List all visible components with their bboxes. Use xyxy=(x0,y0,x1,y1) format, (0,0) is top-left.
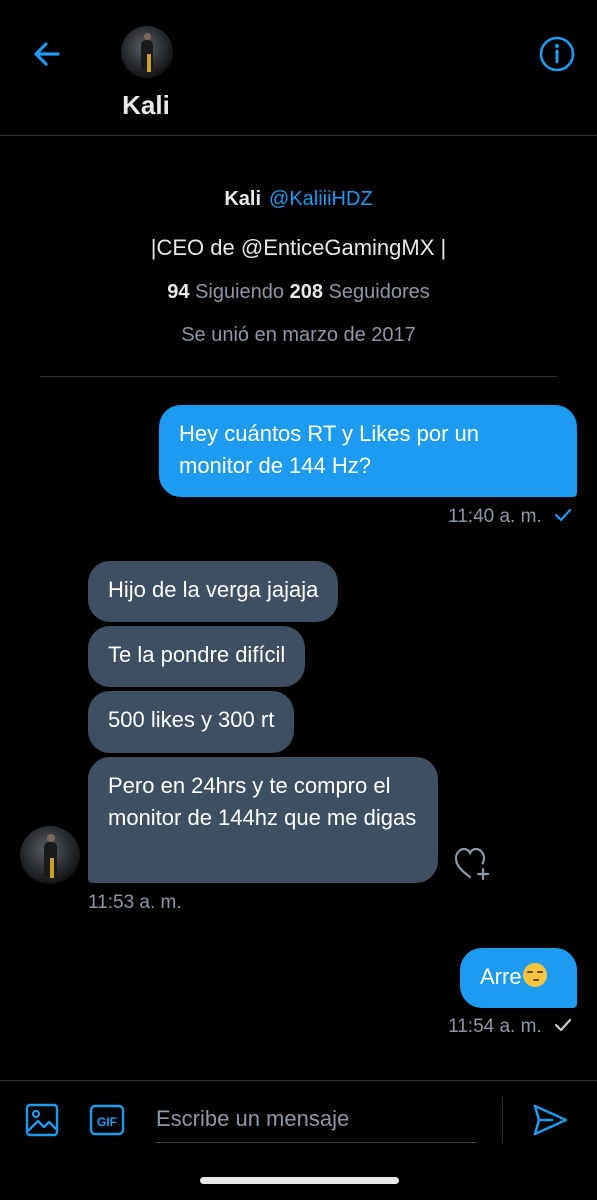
sender-avatar[interactable] xyxy=(20,826,80,884)
profile-name-line: Kali @KaliiiHDZ xyxy=(0,188,597,211)
message-timestamp: 11:40 a. m. xyxy=(448,506,573,528)
check-icon xyxy=(554,508,572,522)
back-button[interactable] xyxy=(28,34,68,74)
home-indicator[interactable] xyxy=(200,1177,399,1184)
arrow-left-icon xyxy=(34,42,60,66)
image-icon xyxy=(25,1103,59,1137)
smirk-emoji-icon xyxy=(522,963,547,987)
profile-stats: 94 Siguiendo 208 Seguidores xyxy=(0,281,597,304)
message-bubble-incoming[interactable]: 500 likes y 300 rt xyxy=(88,691,295,753)
check-icon xyxy=(554,1018,572,1032)
composer-divider-vertical xyxy=(502,1097,503,1143)
message-bubble-outgoing[interactable]: Arre xyxy=(460,948,577,1008)
message-bubble-incoming[interactable]: Pero en 24hrs y te compro el monitor de … xyxy=(88,757,438,883)
info-button[interactable] xyxy=(537,34,577,74)
message-text: Arre xyxy=(480,964,522,989)
followers-count: 208 xyxy=(289,281,323,303)
profile-bio: |CEO de @EnticeGamingMX | xyxy=(150,235,447,260)
message-timestamp: 11:54 a. m. xyxy=(448,1016,573,1038)
followers-label[interactable]: Seguidores xyxy=(329,281,430,303)
conversation-title: Kali xyxy=(122,90,170,120)
profile-divider xyxy=(40,376,557,377)
add-photo-button[interactable] xyxy=(24,1102,60,1138)
profile-joined-date: Se unió en marzo de 2017 xyxy=(181,324,416,346)
composer-divider xyxy=(0,1080,597,1081)
message-input[interactable] xyxy=(156,1096,476,1143)
message-bubble-incoming[interactable]: Hijo de la verga jajaja xyxy=(88,561,339,622)
message-bubble-incoming[interactable]: Te la pondre difícil xyxy=(88,626,306,687)
avatar[interactable] xyxy=(121,26,173,78)
info-icon xyxy=(539,36,575,72)
send-button[interactable] xyxy=(530,1100,570,1140)
react-button[interactable] xyxy=(453,846,493,882)
heart-plus-icon xyxy=(454,847,490,881)
svg-text:GIF: GIF xyxy=(97,1115,117,1129)
send-icon xyxy=(533,1104,568,1136)
header-divider xyxy=(0,135,597,136)
following-label[interactable]: Siguiendo xyxy=(195,281,284,303)
profile-name[interactable]: Kali xyxy=(224,188,261,210)
following-count: 94 xyxy=(167,281,190,303)
gif-icon: GIF xyxy=(89,1104,125,1136)
gif-button[interactable]: GIF xyxy=(89,1104,125,1136)
profile-handle[interactable]: @KaliiiHDZ xyxy=(269,188,373,210)
message-timestamp: 11:53 a. m. xyxy=(88,892,182,913)
message-bubble-outgoing[interactable]: Hey cuántos RT y Likes por un monitor de… xyxy=(159,405,577,497)
